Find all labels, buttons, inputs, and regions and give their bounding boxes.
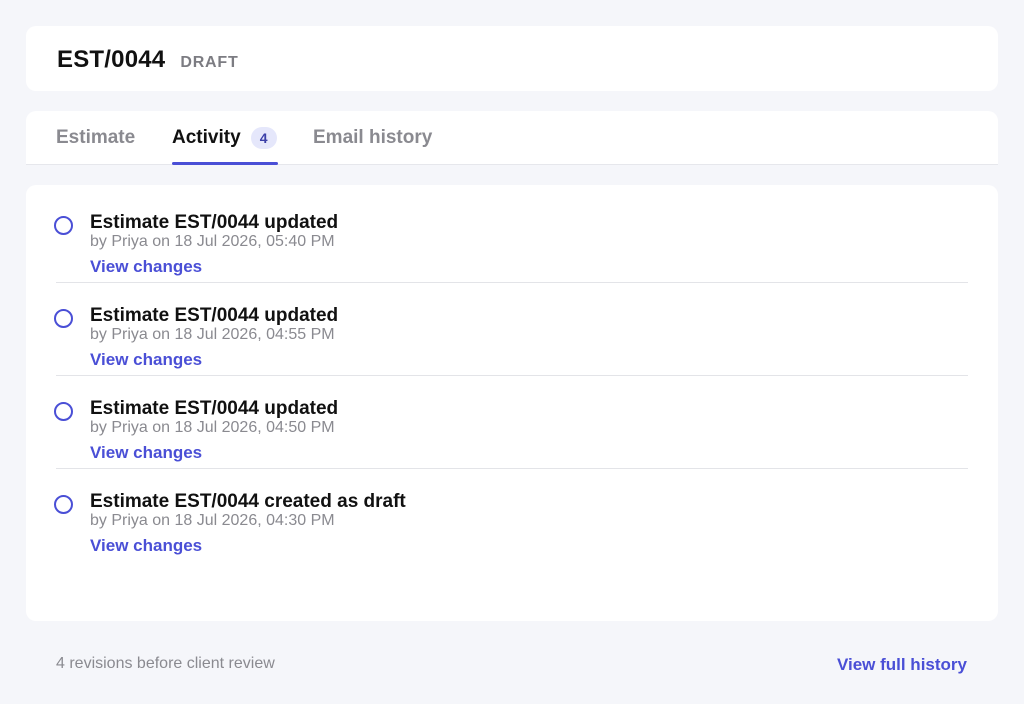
activity-title: Estimate EST/0044 updated	[90, 398, 339, 419]
activity-meta: by Priya on 18 Jul 2026, 05:40 PM	[90, 233, 335, 250]
tab-estimate-label: Estimate	[56, 127, 136, 148]
view-full-history-link[interactable]: View full history	[837, 655, 967, 675]
activity-item: Estimate EST/0044 created as draft by Pr…	[54, 469, 968, 562]
tab-activity[interactable]: Activity 4	[172, 127, 277, 149]
header-title-group: EST/0044 DRAFT	[57, 46, 239, 74]
tab-email-history-label: Email history	[313, 127, 433, 148]
activity-title: Estimate EST/0044 updated	[90, 305, 339, 326]
circle-outline-icon	[54, 495, 73, 514]
circle-outline-icon	[54, 309, 73, 328]
circle-outline-icon	[54, 402, 73, 421]
header-card: EST/0044 DRAFT	[26, 26, 998, 91]
view-changes-link[interactable]: View changes	[90, 350, 202, 370]
activity-item: Estimate EST/0044 updated by Priya on 18…	[54, 283, 968, 376]
page-title: EST/0044	[57, 46, 166, 73]
tab-email-history[interactable]: Email history	[313, 127, 432, 149]
view-changes-link[interactable]: View changes	[90, 257, 202, 277]
revision-summary: 4 revisions before client review	[56, 655, 275, 672]
tab-estimate[interactable]: Estimate	[56, 127, 135, 149]
circle-outline-icon	[54, 216, 73, 235]
view-changes-link[interactable]: View changes	[90, 443, 202, 463]
view-changes-link[interactable]: View changes	[90, 536, 202, 556]
activity-meta: by Priya on 18 Jul 2026, 04:30 PM	[90, 512, 335, 529]
activity-title: Estimate EST/0044 created as draft	[90, 491, 406, 512]
activity-count-badge: 4	[250, 127, 277, 149]
activity-meta: by Priya on 18 Jul 2026, 04:55 PM	[90, 326, 335, 343]
tab-activity-label: Activity	[172, 127, 241, 148]
active-tab-indicator	[172, 162, 278, 165]
activity-title: Estimate EST/0044 updated	[90, 212, 339, 233]
activity-item: Estimate EST/0044 updated by Priya on 18…	[54, 190, 968, 283]
tab-bar: Estimate Activity 4 Email history	[26, 111, 998, 165]
activity-list: Estimate EST/0044 updated by Priya on 18…	[26, 185, 998, 621]
activity-meta: by Priya on 18 Jul 2026, 04:50 PM	[90, 419, 335, 436]
activity-item: Estimate EST/0044 updated by Priya on 18…	[54, 376, 968, 469]
status-badge: DRAFT	[180, 54, 239, 71]
